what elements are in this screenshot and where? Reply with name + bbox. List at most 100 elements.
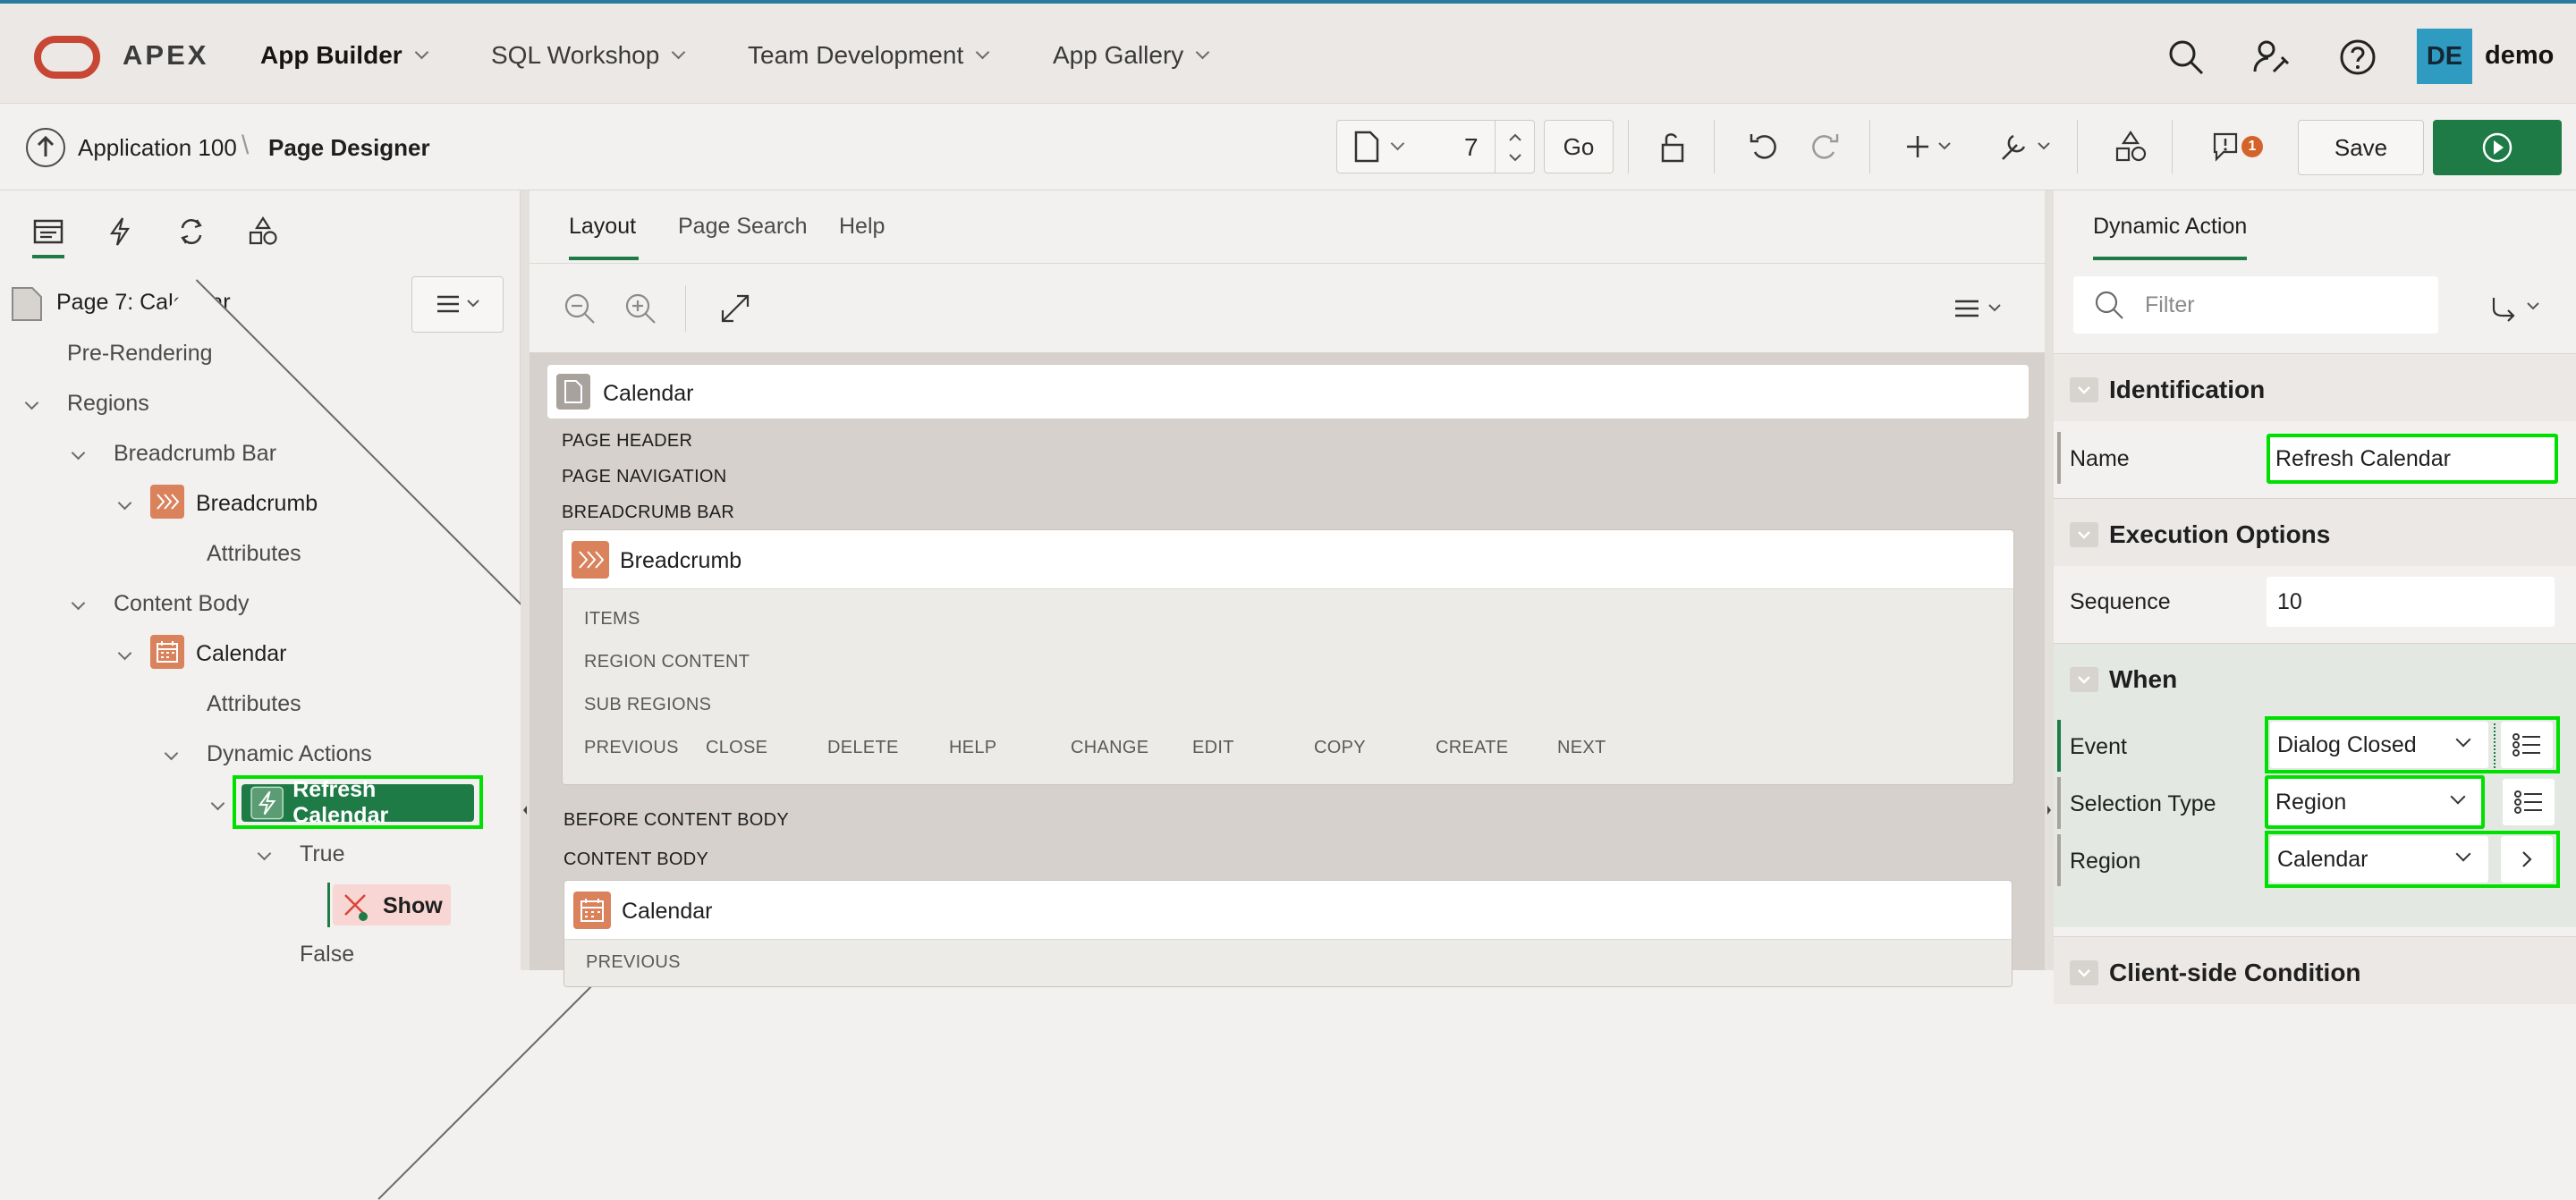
chevron-down-icon (975, 45, 990, 59)
slot-previous[interactable]: PREVIOUS (584, 738, 679, 758)
processing-tab-icon[interactable] (170, 210, 213, 253)
tree-node-content-body[interactable]: Content Body (114, 591, 250, 617)
breadcrumb-application[interactable]: Application 100 (78, 134, 237, 162)
section-page-header[interactable]: PAGE HEADER (562, 431, 692, 452)
selection-type-select[interactable]: Region (2265, 775, 2485, 829)
nav-sql-workshop[interactable]: SQL Workshop (491, 41, 686, 70)
tree-node-calendar[interactable]: Calendar (196, 641, 286, 667)
layout-menu-icon[interactable] (1952, 291, 2014, 326)
tab-layout[interactable]: Layout (569, 214, 636, 240)
tree-node-breadcrumb[interactable]: Breadcrumb (196, 491, 318, 517)
nav-app-builder[interactable]: App Builder (260, 41, 428, 70)
tree-node-attributes[interactable]: Attributes (207, 691, 301, 717)
group-client-side-condition[interactable]: Client-side Condition (2054, 936, 2576, 1004)
run-icon (2482, 132, 2512, 163)
selection-type-list-icon[interactable] (2503, 779, 2555, 825)
user-settings-icon[interactable] (2252, 38, 2292, 77)
help-icon[interactable] (2338, 38, 2377, 77)
nav-label: App Builder (260, 41, 402, 69)
brand-name[interactable]: APEX (123, 39, 208, 72)
create-menu-icon[interactable] (1900, 125, 1964, 168)
tree-node-refresh-calendar-highlight[interactable]: Refresh Calendar (233, 775, 483, 829)
property-row-region: Region Calendar (2054, 831, 2576, 888)
slot-delete[interactable]: DELETE (827, 738, 899, 758)
slot-edit[interactable]: EDIT (1192, 738, 1234, 758)
sequence-field[interactable]: 10 (2267, 577, 2555, 627)
search-icon[interactable] (2166, 38, 2206, 77)
page-stepper-icon[interactable] (1502, 126, 1529, 169)
zoom-out-icon[interactable] (562, 291, 597, 326)
page-number-input[interactable]: 7 (1464, 133, 1479, 162)
save-button[interactable]: Save (2298, 120, 2424, 175)
section-breadcrumb-bar[interactable]: BREADCRUMB BAR (562, 503, 734, 523)
property-value: Dialog Closed (2277, 732, 2417, 757)
group-identification[interactable]: Identification (2054, 353, 2576, 421)
go-to-group-icon[interactable] (2487, 289, 2558, 325)
slot-close[interactable]: CLOSE (706, 738, 767, 758)
tree-node-refresh-calendar[interactable]: Refresh Calendar (242, 777, 474, 828)
group-execution-options[interactable]: Execution Options (2054, 498, 2576, 566)
event-select[interactable]: Dialog Closed (2270, 722, 2488, 768)
slot-region-content[interactable]: REGION CONTENT (584, 652, 750, 672)
save-and-run-button[interactable] (2433, 120, 2562, 175)
right-splitter[interactable] (2045, 190, 2054, 970)
go-button[interactable]: Go (1544, 120, 1614, 173)
utilities-menu-icon[interactable] (1995, 125, 2063, 168)
avatar[interactable]: DE (2417, 29, 2472, 84)
tree-node-attributes[interactable]: Attributes (207, 541, 301, 567)
dynamic-actions-tab-icon[interactable] (98, 210, 141, 253)
tree-node-false[interactable]: False (300, 942, 354, 968)
slot-change[interactable]: CHANGE (1071, 738, 1148, 758)
breadcrumb-region-box[interactable]: Breadcrumb ITEMS REGION CONTENT SUB REGI… (562, 529, 2014, 785)
tree-node-true[interactable]: True (300, 841, 344, 867)
slot-create[interactable]: CREATE (1436, 738, 1508, 758)
undo-icon[interactable] (1742, 125, 1785, 168)
tree-menu-button[interactable] (411, 276, 504, 333)
section-before-content-body[interactable]: BEFORE CONTENT BODY (564, 810, 789, 831)
tab-help[interactable]: Help (839, 214, 885, 240)
tab-dynamic-action[interactable]: Dynamic Action (2093, 214, 2247, 240)
region-select[interactable]: Calendar (2270, 836, 2488, 883)
shared-components-tab-icon[interactable] (242, 210, 284, 253)
page-selector[interactable]: 7 (1336, 120, 1535, 173)
slot-sub-regions[interactable]: SUB REGIONS (584, 695, 711, 715)
tree-node-pre-rendering[interactable]: Pre-Rendering (67, 341, 213, 367)
property-value: Calendar (2277, 847, 2368, 872)
rendering-tab-icon[interactable] (27, 210, 70, 253)
page-icon (1354, 131, 1379, 163)
name-field[interactable]: Refresh Calendar (2267, 434, 2558, 484)
tree-node-regions[interactable]: Regions (67, 391, 149, 417)
region-go-to-icon[interactable] (2501, 836, 2553, 883)
lock-page-icon[interactable] (1651, 125, 1694, 168)
oracle-logo-icon[interactable] (34, 36, 100, 79)
redo-icon[interactable] (1803, 125, 1846, 168)
filter-input[interactable]: Filter (2073, 276, 2438, 334)
tree-node-breadcrumb-bar[interactable]: Breadcrumb Bar (114, 441, 276, 467)
collapse-icon[interactable] (24, 395, 39, 410)
section-content-body[interactable]: CONTENT BODY (564, 849, 708, 870)
user-name[interactable]: demo (2485, 41, 2554, 71)
nav-app-gallery[interactable]: App Gallery (1053, 41, 1210, 70)
tree-guide-line (327, 883, 330, 927)
slot-help[interactable]: HELP (949, 738, 996, 758)
zoom-in-icon[interactable] (623, 291, 658, 326)
layout-toolbar (530, 263, 2045, 352)
calendar-region-box[interactable]: Calendar PREVIOUS (564, 880, 2012, 987)
group-when[interactable]: When (2054, 643, 2576, 711)
event-list-icon[interactable] (2501, 722, 2553, 768)
tree-node-show[interactable]: Show (333, 884, 451, 925)
slot-next[interactable]: NEXT (1557, 738, 1606, 758)
expand-view-icon[interactable] (717, 291, 753, 326)
tree-node-dynamic-actions[interactable]: Dynamic Actions (207, 741, 372, 767)
slot-items[interactable]: ITEMS (584, 609, 640, 630)
page-issues-icon[interactable] (2204, 125, 2247, 168)
section-page-navigation[interactable]: PAGE NAVIGATION (562, 467, 727, 487)
up-arrow-icon[interactable] (26, 128, 65, 167)
shared-components-icon[interactable] (2109, 125, 2152, 168)
slot-copy[interactable]: COPY (1314, 738, 1366, 758)
nav-team-development[interactable]: Team Development (748, 41, 990, 70)
page-box[interactable]: Calendar (547, 365, 2029, 418)
property-row-selection-type: Selection Type Region (2054, 775, 2576, 831)
left-splitter[interactable] (521, 190, 530, 970)
tab-page-search[interactable]: Page Search (678, 214, 808, 240)
